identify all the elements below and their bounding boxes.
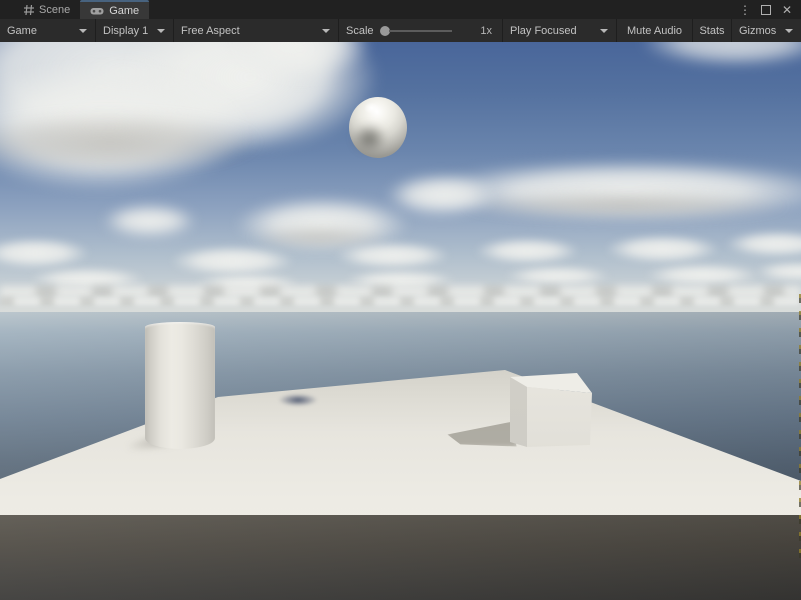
gamepad-icon	[90, 6, 104, 16]
cloud	[335, 242, 450, 269]
sphere-shadow	[276, 393, 320, 407]
play-focused-label: Play Focused	[503, 25, 577, 37]
game-mode-dropdown[interactable]: Game	[0, 19, 95, 42]
foreground-ground	[0, 515, 801, 600]
gizmos-dropdown[interactable]: Gizmos	[731, 19, 801, 42]
gizmos-label: Gizmos	[732, 25, 776, 37]
tab-bar: Scene Game ⋮ ✕	[0, 0, 801, 19]
cloud	[475, 238, 580, 264]
window-controls: ⋮ ✕	[738, 0, 801, 19]
cloud	[170, 246, 295, 276]
cloud	[505, 266, 610, 286]
scale-control: Scale 1x	[338, 19, 502, 42]
cloud-shadow	[460, 192, 790, 218]
more-options-icon[interactable]: ⋮	[738, 3, 752, 17]
mute-audio-button[interactable]: Mute Audio	[616, 19, 692, 42]
cylinder	[145, 322, 215, 449]
chevron-down-icon	[322, 29, 330, 33]
sphere	[349, 97, 407, 158]
stats-button[interactable]: Stats	[692, 19, 731, 42]
game-view-window: Scene Game ⋮ ✕ Game Display 1	[0, 0, 801, 600]
scale-slider[interactable]	[380, 19, 452, 42]
chevron-down-icon	[79, 29, 87, 33]
scale-value: 1x	[480, 25, 502, 37]
scale-slider-track[interactable]	[389, 30, 452, 32]
aspect-ratio-label: Free Aspect	[174, 25, 240, 37]
stats-label: Stats	[699, 25, 724, 37]
cloud	[386, 174, 496, 216]
game-render-viewport[interactable]	[0, 42, 801, 600]
chevron-down-icon	[785, 29, 793, 33]
close-icon[interactable]: ✕	[780, 3, 794, 17]
chevron-down-icon	[600, 29, 608, 33]
tab-game[interactable]: Game	[80, 0, 149, 19]
play-focused-dropdown[interactable]: Play Focused	[502, 19, 616, 42]
game-view-toolbar: Game Display 1 Free Aspect Scale 1x Play…	[0, 19, 801, 42]
cloud	[605, 235, 720, 263]
chevron-down-icon	[157, 29, 165, 33]
cloud	[645, 264, 760, 286]
maximize-icon[interactable]	[759, 3, 773, 17]
tab-scene[interactable]: Scene	[14, 0, 80, 19]
aspect-ratio-dropdown[interactable]: Free Aspect	[173, 19, 338, 42]
tab-scene-label: Scene	[39, 4, 70, 16]
grid-icon	[24, 5, 34, 15]
display-label: Display 1	[96, 25, 148, 37]
scale-label: Scale	[339, 25, 374, 37]
display-dropdown[interactable]: Display 1	[95, 19, 173, 42]
tab-game-label: Game	[109, 5, 139, 17]
cloud	[102, 204, 197, 238]
game-mode-label: Game	[0, 25, 37, 37]
mute-audio-label: Mute Audio	[627, 25, 682, 37]
